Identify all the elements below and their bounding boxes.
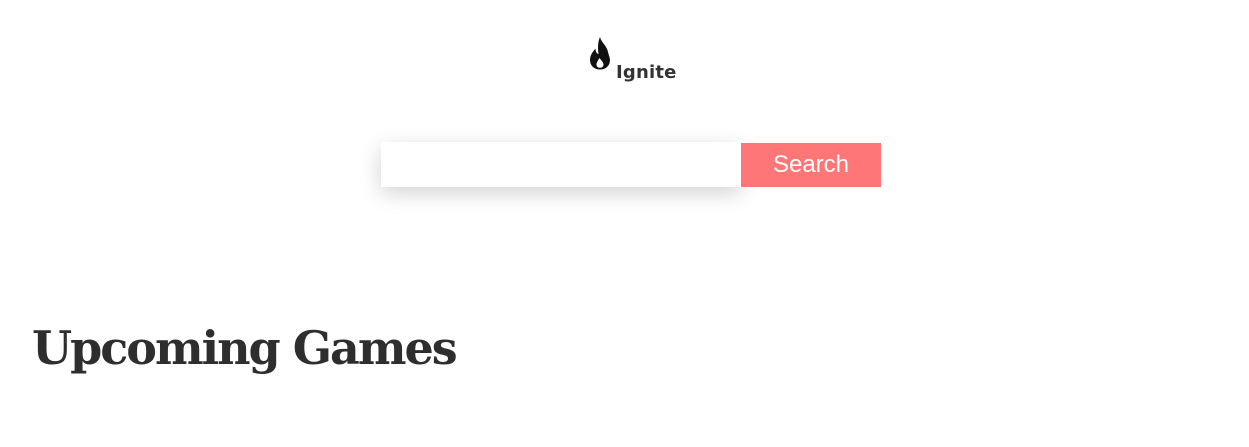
search-input[interactable]	[381, 142, 741, 187]
search-bar: Search	[381, 142, 881, 187]
search-button[interactable]: Search	[741, 143, 881, 187]
site-logo[interactable]: Ignite	[586, 36, 686, 88]
upcoming-games-heading: Upcoming Games	[32, 321, 458, 375]
flame-icon	[590, 37, 610, 70]
brand-name: Ignite	[616, 62, 677, 83]
